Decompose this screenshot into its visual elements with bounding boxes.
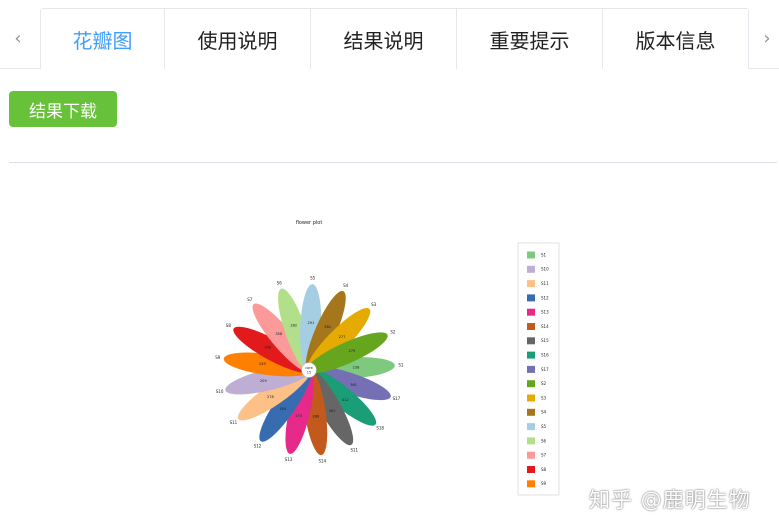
core-label: core xyxy=(305,366,313,370)
petal-sample-label: S6 xyxy=(277,280,283,285)
tab-list: 花瓣图 使用说明 结果说明 重要提示 版本信息 xyxy=(40,8,749,70)
watermark-text: 知乎 @鹿明生物 xyxy=(589,488,751,512)
download-results-button[interactable]: 结果下载 xyxy=(9,91,117,127)
petal-value-label: 209 xyxy=(260,379,268,383)
legend-swatch xyxy=(527,251,535,259)
petal-value-label: 170 xyxy=(295,414,303,418)
petal-value-label: 278 xyxy=(267,395,275,399)
petal-value-label: 249 xyxy=(259,362,267,366)
petal-sample-label: S7 xyxy=(247,297,253,302)
legend-label: S5 xyxy=(541,424,547,429)
legend-swatch xyxy=(527,280,535,288)
divider xyxy=(9,162,777,163)
petal-value-label: 288 xyxy=(312,415,320,419)
legend-label: S12 xyxy=(541,295,549,300)
legend-label: S10 xyxy=(541,267,549,272)
tab-result-description[interactable]: 结果说明 xyxy=(310,9,456,69)
petal-sample-label: S3 xyxy=(371,302,377,307)
petal-sample-label: S13 xyxy=(285,457,293,462)
petal-value-label: 308 xyxy=(264,346,272,350)
petal-value-label: 461 xyxy=(329,409,336,413)
tab-usage-instructions[interactable]: 使用说明 xyxy=(164,9,310,69)
petal-sample-label: S8 xyxy=(226,323,232,328)
legend-label: S16 xyxy=(541,353,549,358)
legend-label: S1 xyxy=(541,252,547,257)
petal-sample-label: S18 xyxy=(376,426,384,431)
tab-version-info[interactable]: 版本信息 xyxy=(602,9,748,69)
petal-value-label: 238 xyxy=(353,366,361,370)
petal-value-label: 361 xyxy=(350,383,357,387)
legend-swatch xyxy=(527,294,535,302)
petal-value-label: 281 xyxy=(324,325,331,329)
petal-value-label: 279 xyxy=(348,349,356,353)
tabs-scroll-right-icon[interactable]: › xyxy=(752,18,779,58)
legend-swatch xyxy=(527,394,535,402)
legend-swatch xyxy=(527,365,535,373)
legend-label: S2 xyxy=(541,381,547,386)
petal-sample-label: S17 xyxy=(393,396,401,401)
tabs-scroll-left-icon[interactable]: ‹ xyxy=(3,18,33,58)
legend-swatch xyxy=(527,466,535,473)
petal-value-label: 291 xyxy=(307,321,314,325)
tab-bar: ‹ 花瓣图 使用说明 结果说明 重要提示 版本信息 › xyxy=(0,0,779,70)
legend-box xyxy=(517,242,560,496)
tab-flower-plot[interactable]: 花瓣图 xyxy=(41,9,164,70)
legend-swatch xyxy=(527,423,535,431)
legend-swatch xyxy=(527,265,535,273)
petal-sample-label: S11 xyxy=(230,420,238,425)
petal-value-label: 277 xyxy=(339,335,346,339)
core-value: 15 xyxy=(307,371,311,375)
chart-title: flower plot xyxy=(296,220,323,226)
legend-swatch xyxy=(527,437,535,445)
core: core 15 xyxy=(301,362,317,378)
legend-label: S7 xyxy=(541,453,547,458)
flower-chart: flower plot 238 S1 361 S17 412 S18 461 S11 288 S1… xyxy=(180,205,600,515)
legend-label: S17 xyxy=(541,367,549,372)
petal-sample-label: S14 xyxy=(318,458,326,463)
petal-sample-label: S11 xyxy=(350,447,358,452)
petal-value-label: 412 xyxy=(342,398,349,402)
legend-swatch xyxy=(527,451,535,459)
legend-label: S14 xyxy=(541,324,549,329)
petal-value-label: 282 xyxy=(290,324,297,328)
legend-label: S15 xyxy=(541,338,549,343)
petal-sample-label: S1 xyxy=(398,362,404,367)
petal-sample-label: S10 xyxy=(216,389,224,394)
legend-swatch xyxy=(527,308,535,316)
petal-sample-label: S9 xyxy=(215,355,221,360)
legend-swatch xyxy=(527,480,535,488)
legend-label: S13 xyxy=(541,310,549,315)
tab-important-notes[interactable]: 重要提示 xyxy=(456,9,602,69)
legend-label: S8 xyxy=(541,467,547,472)
legend-label: S11 xyxy=(541,281,549,286)
petal-value-label: 358 xyxy=(275,332,283,336)
petal-sample-label: S4 xyxy=(343,283,349,288)
petal-value-label: 184 xyxy=(279,407,287,411)
legend-swatch xyxy=(527,337,535,345)
flower-plot-svg: flower plot 238 S1 361 S17 412 S18 461 S11 288 S1… xyxy=(215,220,560,496)
legend-swatch xyxy=(527,323,535,330)
legend-label: S3 xyxy=(541,395,547,400)
petal-sample-label: S12 xyxy=(254,444,262,449)
legend-swatch xyxy=(527,351,535,359)
legend-swatch xyxy=(527,380,535,388)
legend: S1 S10 S11 S12 S13 S14 S15 S16 S17 S2 S3 S4 S5 S6 S7 S8… xyxy=(517,242,560,496)
legend-label: S4 xyxy=(541,410,547,415)
petal-sample-label: S2 xyxy=(390,330,396,335)
petal-sample-label: S5 xyxy=(310,275,316,280)
legend-label: S6 xyxy=(541,438,547,443)
legend-swatch xyxy=(527,408,535,416)
legend-label: S9 xyxy=(541,481,547,486)
